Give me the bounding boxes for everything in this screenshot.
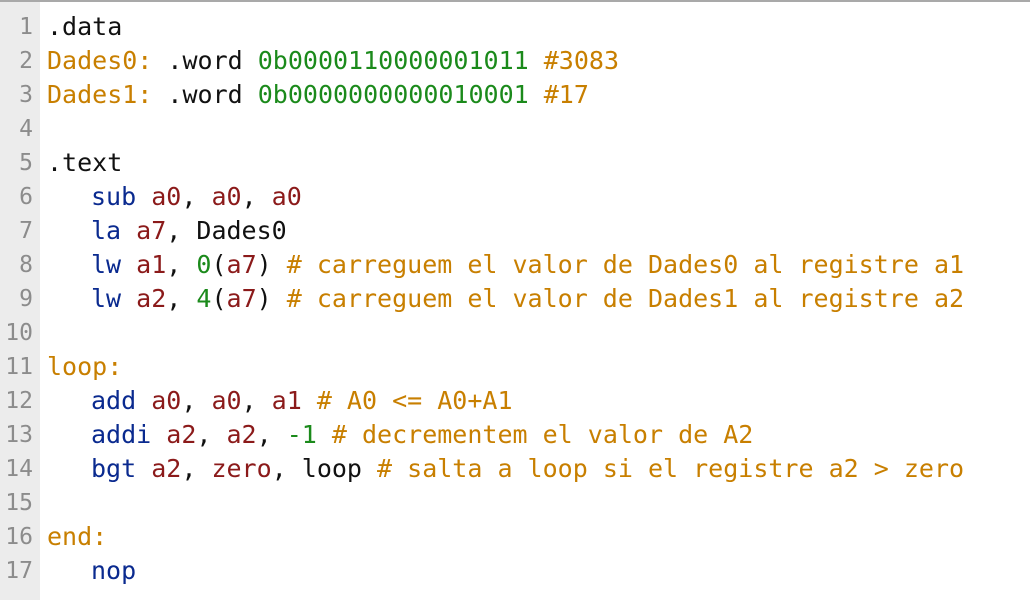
line-number: 17 [5, 558, 33, 584]
code-line: 6 sub a0, a0, a0 [0, 180, 1030, 214]
register: a0 [151, 182, 182, 211]
code-line: 14 bgt a2, zero, loop # salta a loop si … [0, 452, 1030, 486]
directive: .word [167, 46, 243, 75]
instruction: sub [91, 182, 137, 211]
code-text: Dades0: .word 0b0000110000001011 #3083 [33, 44, 619, 78]
register: a2 [166, 420, 197, 449]
comment: # salta a loop si el registre a2 > zero [377, 454, 965, 483]
label: Dades1: [47, 80, 153, 109]
label: end: [47, 522, 108, 551]
line-number: 13 [5, 422, 33, 448]
code-editor[interactable]: 1 .data 2 Dades0: .word 0b00001100000010… [0, 0, 1030, 600]
comment: # decrementem el valor de A2 [331, 420, 754, 449]
comment: # A0 <= A0+A1 [316, 386, 513, 415]
instruction: bgt [91, 454, 137, 483]
line-number: 5 [19, 150, 33, 176]
instruction: add [91, 386, 137, 415]
line-number: 10 [5, 320, 33, 346]
code-text: Dades1: .word 0b0000000000010001 #17 [33, 78, 589, 112]
register: zero [211, 454, 272, 483]
line-number: 15 [5, 490, 33, 516]
offset: 0 [196, 250, 212, 279]
instruction: la [91, 216, 122, 245]
code-line: 10 [0, 316, 1030, 350]
instruction: addi [91, 420, 152, 449]
code-line: 2 Dades0: .word 0b0000110000001011 #3083 [0, 44, 1030, 78]
register: a0 [271, 182, 302, 211]
number-literal: 0b0000110000001011 [257, 46, 529, 75]
code-line: 5 .text [0, 146, 1030, 180]
line-number: 11 [5, 354, 33, 380]
code-line: 13 addi a2, a2, -1 # decrementem el valo… [0, 418, 1030, 452]
register: a1 [271, 386, 302, 415]
directive: .text [47, 148, 123, 177]
offset: 4 [196, 284, 212, 313]
code-line: 7 la a7, Dades0 [0, 214, 1030, 248]
register: a0 [211, 182, 242, 211]
number-literal: 0b0000000000010001 [257, 80, 529, 109]
code-line: 3 Dades1: .word 0b0000000000010001 #17 [0, 78, 1030, 112]
code-text: bgt a2, zero, loop # salta a loop si el … [91, 454, 965, 483]
code-text: end: [33, 520, 107, 554]
code-line: 12 add a0, a0, a1 # A0 <= A0+A1 [0, 384, 1030, 418]
code-text: sub a0, a0, a0 [91, 182, 302, 211]
instruction: lw [91, 284, 122, 313]
directive: .data [47, 12, 123, 41]
line-number: 2 [19, 48, 33, 74]
line-number: 4 [19, 116, 33, 142]
symbol: Dades0 [196, 216, 287, 245]
code-text: loop: [33, 350, 122, 384]
register: a7 [226, 284, 257, 313]
symbol: loop [301, 454, 362, 483]
instruction: nop [91, 556, 137, 585]
label: loop: [47, 352, 123, 381]
register: a2 [151, 454, 182, 483]
code-text: add a0, a0, a1 # A0 <= A0+A1 [91, 386, 513, 415]
code-line: 15 [0, 486, 1030, 520]
comment: # carreguem el valor de Dades0 al regist… [286, 250, 965, 279]
code-text: nop [33, 554, 136, 588]
line-number: 16 [5, 524, 33, 550]
code-line: 9 lw a2, 4(a7) # carreguem el valor de D… [0, 282, 1030, 316]
code-line: 4 [0, 112, 1030, 146]
code-line: 1 .data [0, 10, 1030, 44]
code-line: 16 end: [0, 520, 1030, 554]
code-text: .data [33, 10, 122, 44]
register: a7 [226, 250, 257, 279]
comment: # carreguem el valor de Dades1 al regist… [286, 284, 965, 313]
comment: #17 [543, 80, 589, 109]
register: a7 [136, 216, 167, 245]
code-line: 17 nop [0, 554, 1030, 588]
instruction: lw [91, 250, 122, 279]
label: Dades0: [47, 46, 153, 75]
code-text: lw a2, 4(a7) # carreguem el valor de Dad… [91, 284, 965, 313]
code-lines: 1 .data 2 Dades0: .word 0b00001100000010… [0, 10, 1030, 588]
register: a2 [226, 420, 257, 449]
line-number: 7 [19, 218, 33, 244]
comment: #3083 [543, 46, 620, 75]
code-line: 8 lw a1, 0(a7) # carreguem el valor de D… [0, 248, 1030, 282]
line-number: 14 [5, 456, 33, 482]
register: a1 [136, 250, 167, 279]
directive: .word [167, 80, 243, 109]
code-text: .text [33, 146, 122, 180]
code-text: la a7, Dades0 [91, 216, 287, 245]
line-number: 8 [19, 252, 33, 278]
register: a0 [211, 386, 242, 415]
code-text: lw a1, 0(a7) # carreguem el valor de Dad… [91, 250, 965, 279]
immediate: -1 [286, 420, 317, 449]
line-number: 6 [19, 184, 33, 210]
register: a0 [151, 386, 182, 415]
register: a2 [136, 284, 167, 313]
code-line: 11 loop: [0, 350, 1030, 384]
code-text: addi a2, a2, -1 # decrementem el valor d… [91, 420, 754, 449]
line-number: 1 [19, 14, 33, 40]
line-number: 9 [19, 286, 33, 312]
line-number: 3 [19, 82, 33, 108]
line-number: 12 [5, 388, 33, 414]
